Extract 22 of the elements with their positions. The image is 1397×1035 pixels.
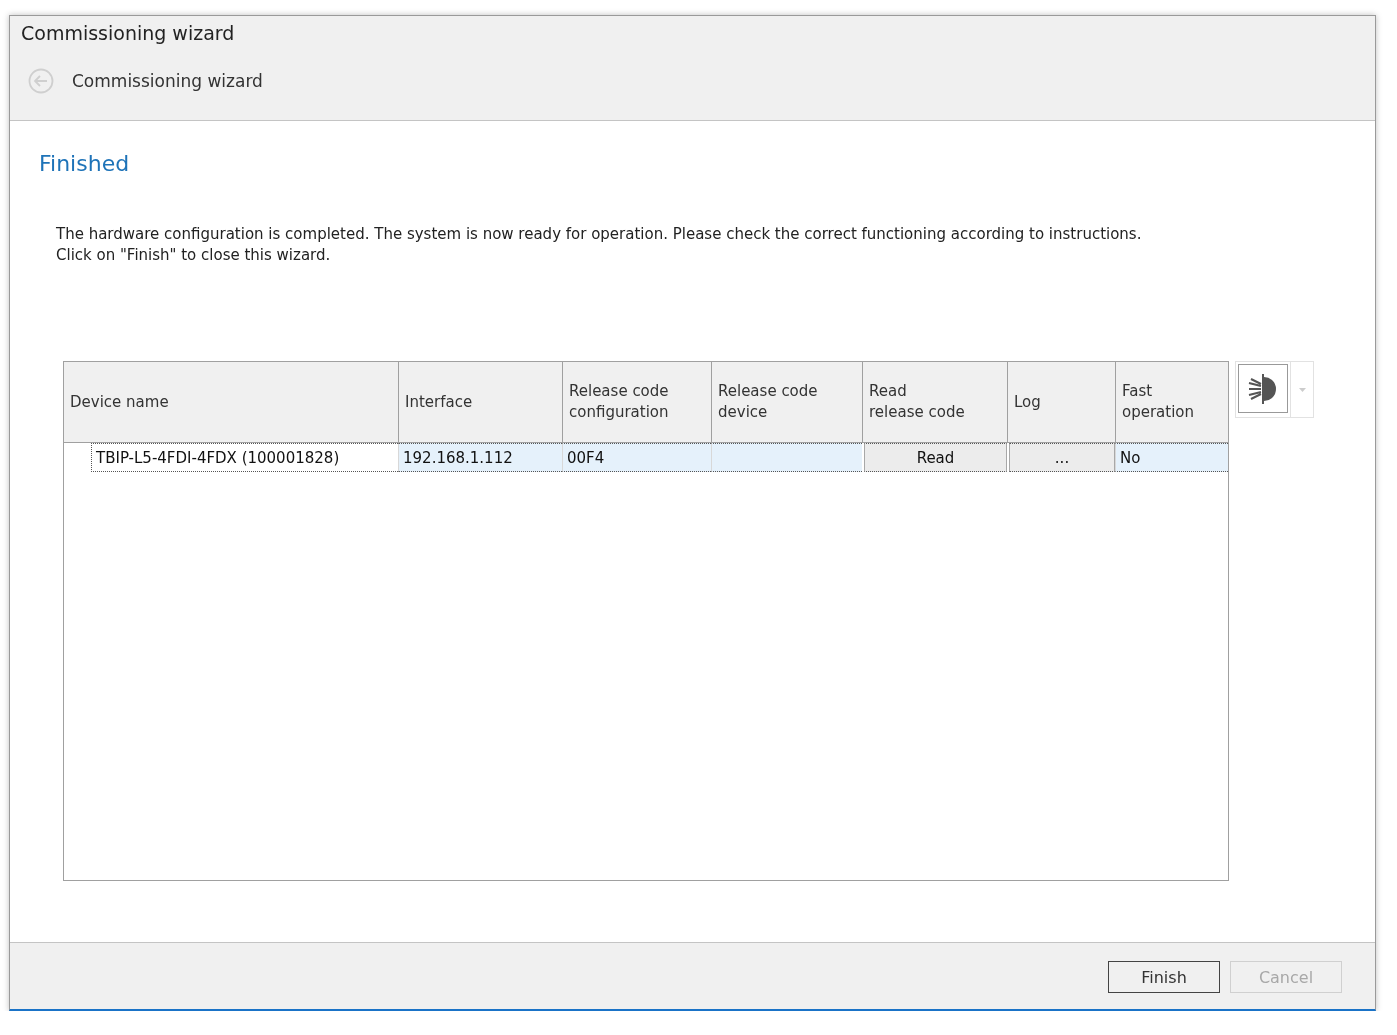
window-title: Commissioning wizard <box>21 22 236 44</box>
cell-button[interactable]: ... <box>1009 443 1115 472</box>
instruction-text: Click on "Finish" to close this wizard. <box>56 245 332 266</box>
table-cell: No <box>1115 443 1228 472</box>
page-title: Commissioning wizard <box>72 71 263 91</box>
table-cell: 192.168.1.112 <box>398 443 562 472</box>
column-header[interactable]: Device name <box>63 362 398 442</box>
device-row[interactable]: TBIP-L5-4FDI-4FDX (100001828) 192.168.1.112 00F4 Read ... No <box>63 443 1228 472</box>
table-cell: TBIP-L5-4FDI-4FDX (100001828) <box>91 443 398 472</box>
column-header[interactable]: Read release code <box>862 362 1007 442</box>
table-cell: 00F4 <box>562 443 711 472</box>
column-header[interactable]: Release code configuration <box>562 362 711 442</box>
step-heading: Finished <box>39 151 131 176</box>
dialog-button[interactable]: Finish <box>1108 961 1220 993</box>
cell-button[interactable]: Read <box>864 443 1007 472</box>
column-header[interactable]: Log <box>1007 362 1115 442</box>
instruction-text: The hardware configuration is completed. The system is now ready for operation. Please check the correct functioning according to instructions. <box>56 224 1143 245</box>
caret-icon[interactable] <box>1298 387 1306 392</box>
column-header[interactable]: Fast operation <box>1115 362 1228 442</box>
light-button[interactable] <box>1238 364 1288 413</box>
column-header[interactable]: Interface <box>398 362 562 442</box>
column-header[interactable]: Release code device <box>711 362 862 442</box>
